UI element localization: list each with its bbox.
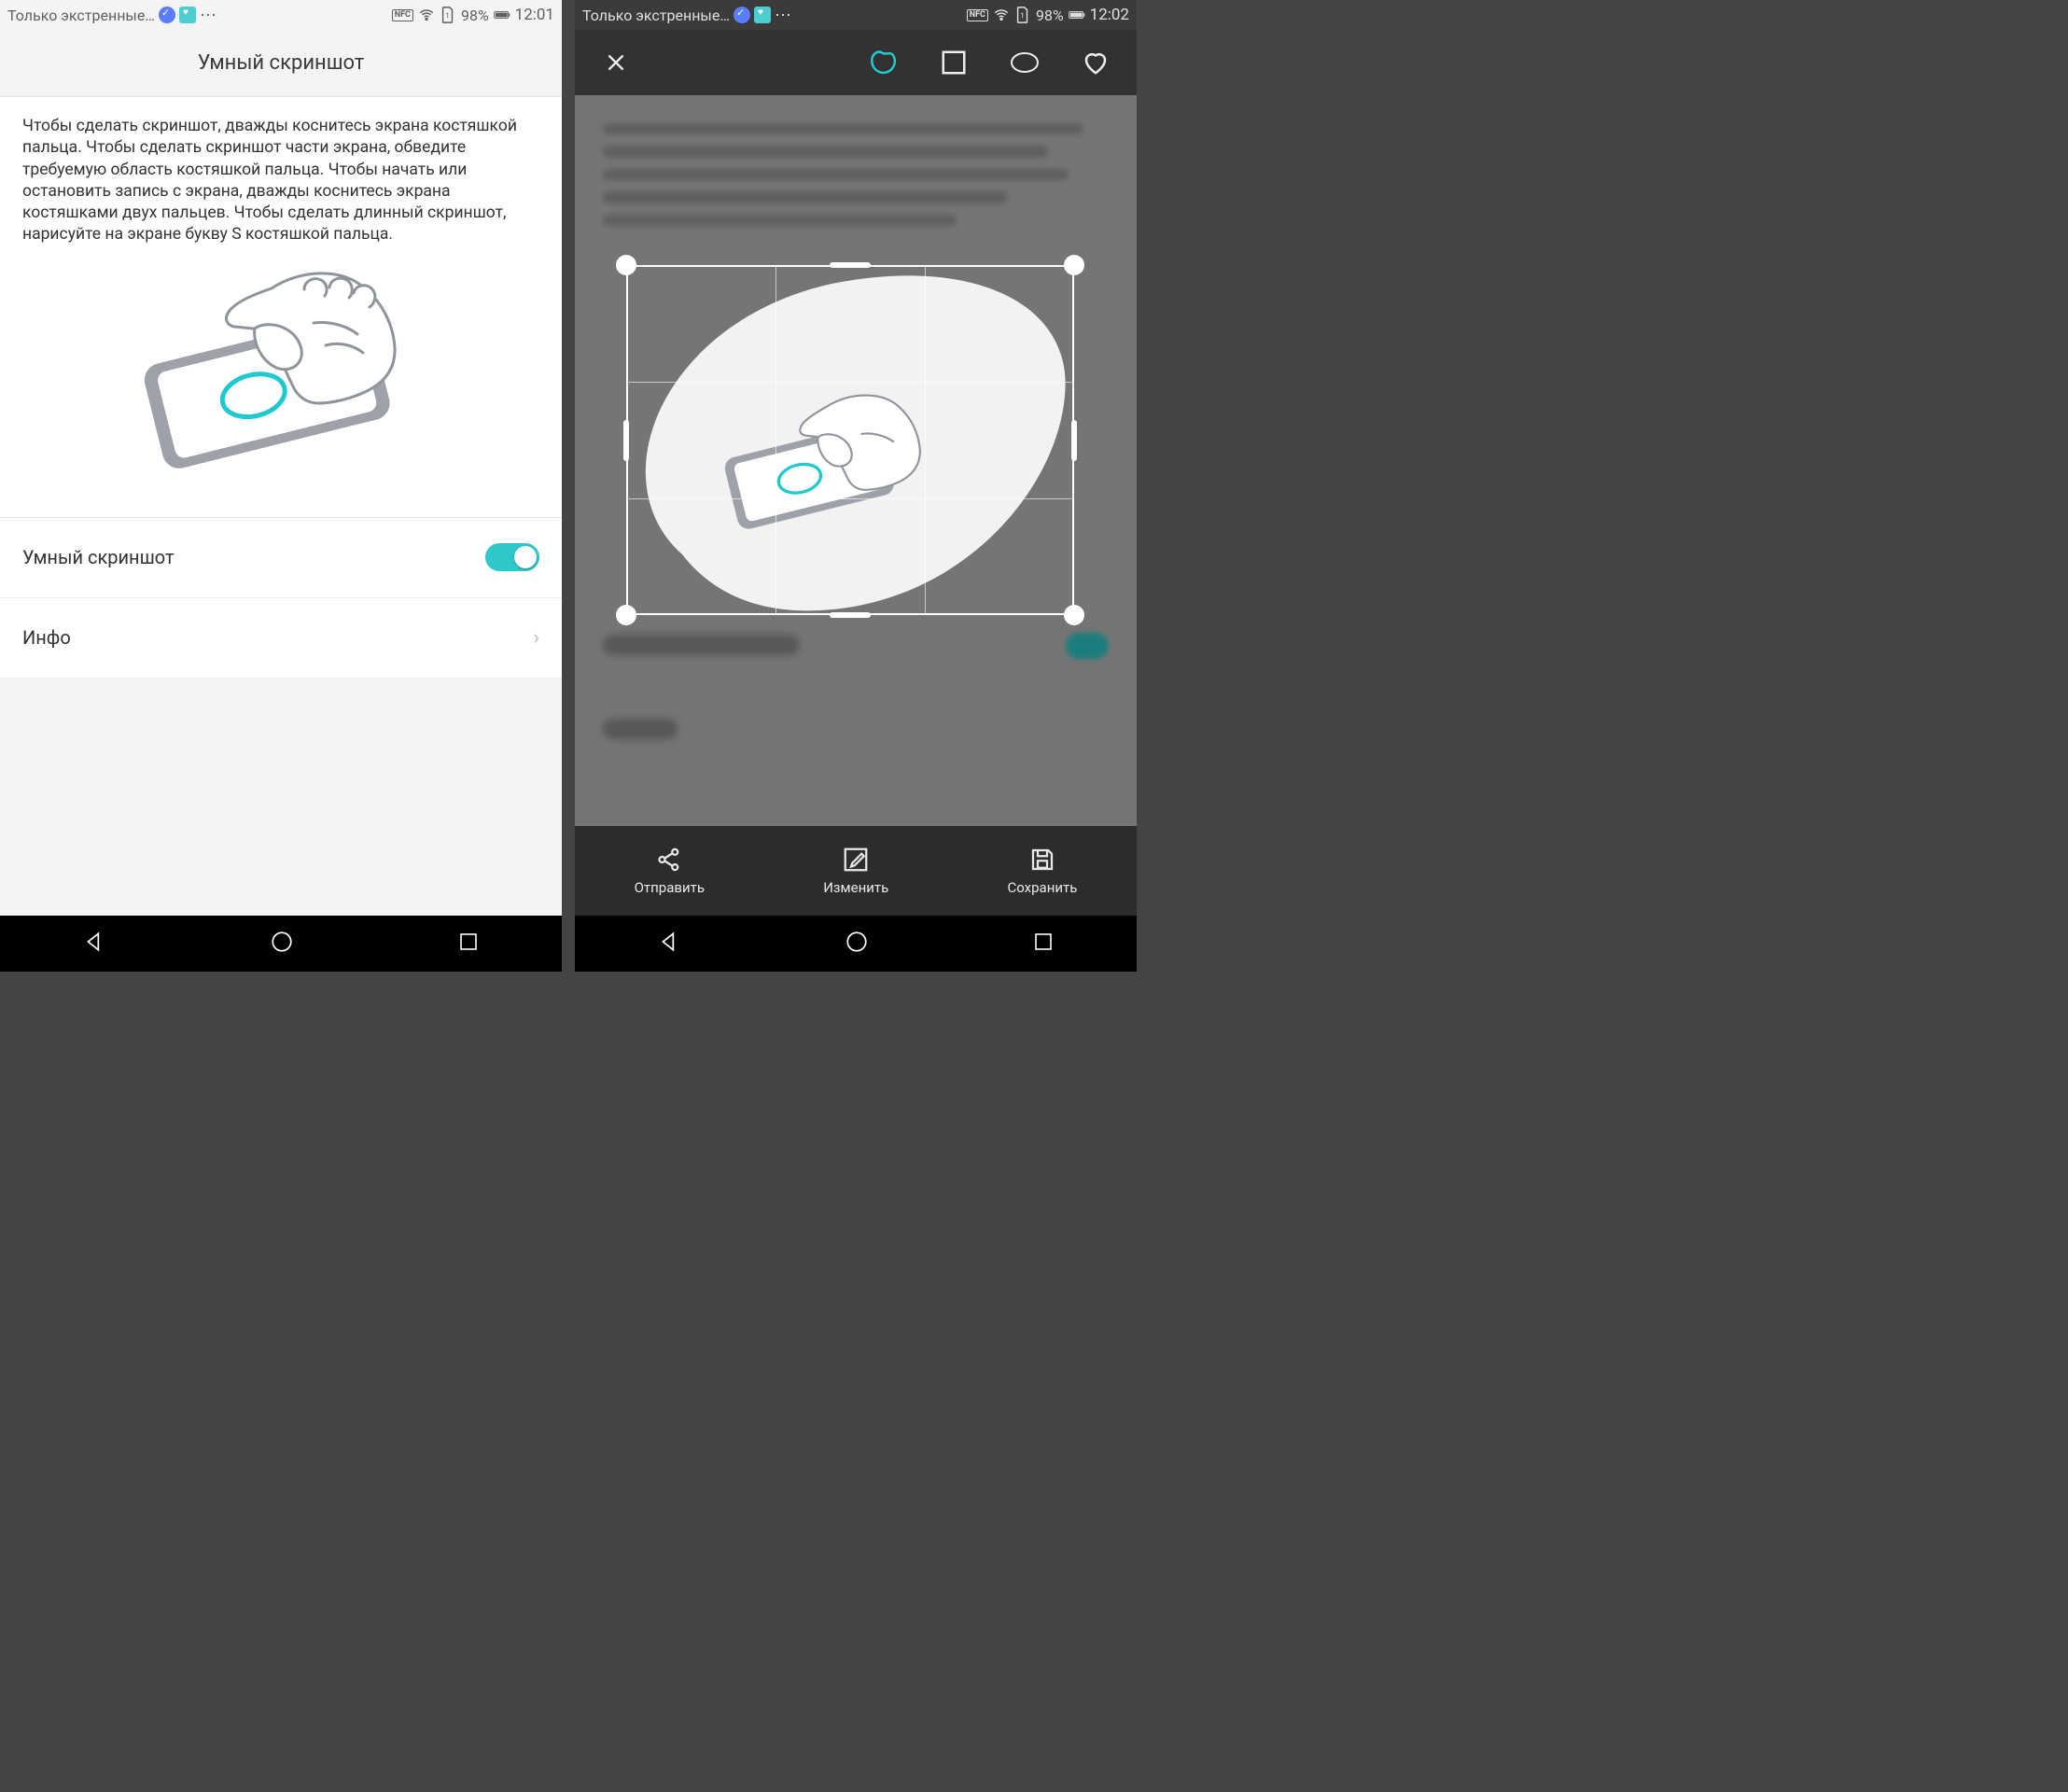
clock-label: 12:02 — [1090, 6, 1129, 24]
toggle-label: Умный скриншот — [22, 546, 175, 568]
carrier-label: Только экстренные… — [7, 7, 155, 24]
edit-label: Изменить — [823, 879, 888, 896]
crop-handle-br[interactable] — [1064, 605, 1084, 625]
battery-icon — [1069, 7, 1085, 23]
share-label: Отправить — [635, 879, 705, 896]
crop-edge-bottom[interactable] — [830, 612, 871, 618]
save-label: Сохранить — [1008, 879, 1078, 896]
nav-back-icon[interactable] — [82, 930, 106, 958]
nav-back-icon[interactable] — [657, 930, 681, 958]
check-badge-icon — [159, 7, 175, 23]
heart-shape-icon[interactable] — [1079, 46, 1112, 79]
empty-area — [0, 679, 562, 916]
status-bar: Только экстренные… NFC 1 98% 12:02 — [575, 0, 1137, 30]
crop-edge-right[interactable] — [1071, 420, 1077, 461]
freeform-shape-icon[interactable] — [866, 46, 900, 79]
wifi-icon — [993, 7, 1010, 23]
crop-edge-left[interactable] — [623, 420, 629, 461]
close-button[interactable] — [599, 46, 633, 79]
battery-icon — [494, 7, 510, 23]
bg-blur-row — [603, 635, 799, 655]
settings-screen: Только экстренные… NFC 1 98% 12:01 Умный… — [0, 0, 562, 972]
smart-screenshot-toggle[interactable] — [485, 543, 539, 571]
android-navbar — [0, 916, 562, 972]
nav-home-icon[interactable] — [845, 930, 869, 958]
crop-handle-bl[interactable] — [616, 605, 636, 625]
crop-handle-tr[interactable] — [1064, 255, 1084, 275]
page-title: Умный скриншот — [198, 51, 365, 75]
more-notifications-icon — [200, 7, 217, 23]
nfc-icon: NFC — [392, 9, 413, 21]
screen-header: Умный скриншот — [0, 30, 562, 97]
crop-edge-top[interactable] — [830, 262, 871, 268]
status-bar: Только экстренные… NFC 1 98% 12:01 — [0, 0, 562, 30]
save-button[interactable]: Сохранить — [1008, 846, 1078, 896]
nav-recent-icon[interactable] — [1032, 931, 1055, 957]
nav-recent-icon[interactable] — [457, 931, 480, 957]
more-notifications-icon — [775, 7, 791, 23]
clock-label: 12:01 — [515, 6, 554, 24]
info-row[interactable]: Инфо › — [0, 598, 562, 679]
app-badge-icon — [179, 7, 196, 23]
battery-percent: 98% — [461, 7, 489, 24]
ellipse-shape-icon[interactable] — [1008, 46, 1041, 79]
chevron-right-icon: › — [533, 626, 539, 650]
sim-icon: 1 — [440, 7, 456, 23]
knuckle-gesture-illustration — [0, 246, 562, 517]
crop-selection[interactable] — [626, 265, 1074, 615]
crop-canvas[interactable] — [575, 95, 1137, 826]
description-text: Чтобы сделать скриншот, дважды коснитесь… — [0, 97, 562, 246]
android-navbar — [575, 916, 1137, 972]
edit-button[interactable]: Изменить — [823, 846, 888, 896]
battery-percent: 98% — [1036, 7, 1064, 24]
wifi-icon — [418, 7, 435, 23]
crop-handle-tl[interactable] — [616, 255, 636, 275]
share-button[interactable]: Отправить — [635, 846, 705, 896]
crop-toolbar — [575, 30, 1137, 95]
check-badge-icon — [734, 7, 750, 23]
crop-editor-screen: Только экстренные… NFC 1 98% 12:02 — [575, 0, 1137, 972]
smart-screenshot-toggle-row[interactable]: Умный скриншот — [0, 518, 562, 598]
nav-home-icon[interactable] — [270, 930, 294, 958]
bg-blur-row — [603, 719, 678, 739]
info-label: Инфо — [22, 626, 71, 649]
bg-blur-toggle — [1066, 633, 1109, 659]
carrier-label: Только экстренные… — [582, 7, 730, 24]
svg-text:1: 1 — [445, 11, 450, 21]
crop-action-bar: Отправить Изменить Сохранить — [575, 826, 1137, 916]
square-shape-icon[interactable] — [937, 46, 971, 79]
nfc-icon: NFC — [967, 9, 988, 21]
bg-blur-text — [603, 123, 1109, 226]
sim-icon: 1 — [1014, 7, 1031, 23]
app-badge-icon — [754, 7, 771, 23]
crop-border — [626, 265, 1074, 615]
svg-text:1: 1 — [1020, 11, 1025, 21]
